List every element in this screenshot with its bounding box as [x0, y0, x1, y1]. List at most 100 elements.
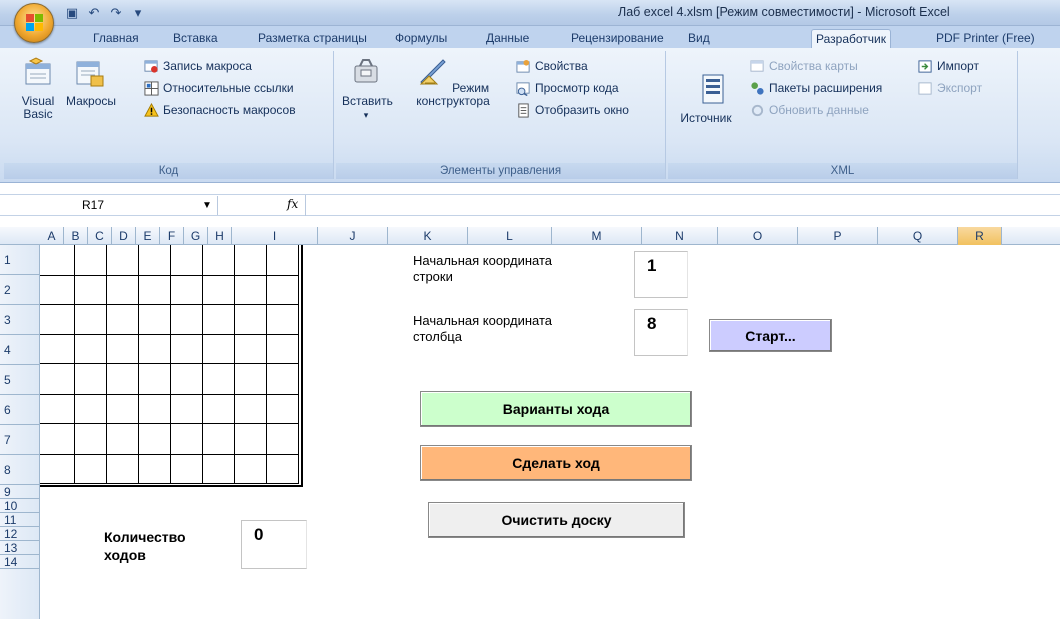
column-header-n[interactable]: N	[642, 227, 718, 245]
board-cell[interactable]	[75, 454, 107, 484]
xml-source-button[interactable]: Источник	[676, 73, 736, 125]
column-header-f[interactable]: F	[160, 227, 184, 245]
column-header-p[interactable]: P	[798, 227, 878, 245]
start-col-input[interactable]: 8	[634, 309, 688, 356]
make-move-button[interactable]: Сделать ход	[420, 445, 692, 481]
relative-references-button[interactable]: Относительные ссылки	[144, 79, 294, 97]
row-header-7[interactable]: 7	[0, 425, 40, 455]
board-cell[interactable]	[40, 275, 75, 305]
tab-developer[interactable]: Разработчик	[811, 29, 891, 48]
board-cell[interactable]	[235, 275, 267, 305]
board-cell[interactable]	[203, 304, 235, 336]
board-cell[interactable]	[75, 304, 107, 336]
move-variants-button[interactable]: Варианты хода	[420, 391, 692, 427]
board-cell[interactable]	[203, 424, 235, 455]
refresh-data-button[interactable]: Обновить данные	[750, 101, 869, 119]
column-header-a[interactable]: A	[40, 227, 64, 245]
row-header-1[interactable]: 1	[0, 245, 40, 275]
row-header-14[interactable]: 14	[0, 555, 40, 569]
board-cell[interactable]	[107, 304, 139, 336]
board-cell[interactable]	[203, 364, 235, 395]
column-header-j[interactable]: J	[318, 227, 388, 245]
row-header-4[interactable]: 4	[0, 335, 40, 365]
board-cell[interactable]	[75, 275, 107, 305]
row-header-13[interactable]: 13	[0, 541, 40, 555]
insert-control-button[interactable]: Вставить ▾	[342, 56, 393, 122]
board-cell[interactable]	[267, 454, 299, 484]
tab-pdf-printer[interactable]: PDF Printer (Free)	[932, 29, 1039, 48]
board-cell[interactable]	[40, 364, 75, 395]
board-cell[interactable]	[75, 245, 107, 276]
board-cell[interactable]	[139, 454, 171, 484]
column-header-o[interactable]: O	[718, 227, 798, 245]
board-cell[interactable]	[171, 394, 203, 424]
visual-basic-button[interactable]: Visual Basic	[18, 56, 58, 121]
board-cell[interactable]	[107, 275, 139, 305]
board-cell[interactable]	[75, 424, 107, 455]
column-header-e[interactable]: E	[136, 227, 160, 245]
board-cell[interactable]	[235, 335, 267, 365]
column-header-q[interactable]: Q	[878, 227, 958, 245]
export-button[interactable]: Экспорт	[918, 79, 982, 97]
board-cell[interactable]	[235, 364, 267, 395]
board-cell[interactable]	[267, 245, 299, 276]
board-cell[interactable]	[171, 454, 203, 484]
tab-data[interactable]: Данные	[482, 29, 533, 48]
board-cell[interactable]	[107, 424, 139, 455]
board-cell[interactable]	[107, 245, 139, 276]
column-header-d[interactable]: D	[112, 227, 136, 245]
design-mode-button[interactable]: Режим конструктора	[410, 56, 496, 108]
clear-board-button[interactable]: Очистить доску	[428, 502, 685, 538]
name-box-dropdown-icon[interactable]: ▼	[202, 197, 212, 215]
view-code-button[interactable]: Просмотр кода	[516, 79, 619, 97]
tab-home[interactable]: Главная	[89, 29, 143, 48]
board-cell[interactable]	[107, 364, 139, 395]
import-button[interactable]: Импорт	[918, 57, 979, 75]
board-cell[interactable]	[267, 335, 299, 365]
board-cell[interactable]	[203, 275, 235, 305]
column-header-c[interactable]: C	[88, 227, 112, 245]
board-cell[interactable]	[107, 394, 139, 424]
column-header-g[interactable]: G	[184, 227, 208, 245]
board-cell[interactable]	[235, 304, 267, 336]
board-cell[interactable]	[267, 304, 299, 336]
row-header-3[interactable]: 3	[0, 305, 40, 335]
name-box[interactable]: R17	[0, 196, 218, 215]
board-cell[interactable]	[203, 245, 235, 276]
office-button[interactable]	[14, 3, 54, 43]
save-icon[interactable]: ▣	[64, 5, 80, 21]
board-cell[interactable]	[235, 454, 267, 484]
board-cell[interactable]	[139, 394, 171, 424]
tab-formulas[interactable]: Формулы	[391, 29, 451, 48]
macros-button[interactable]: Макросы	[66, 56, 116, 108]
board-cell[interactable]	[40, 304, 75, 336]
board-cell[interactable]	[40, 454, 75, 484]
board-cell[interactable]	[203, 335, 235, 365]
function-icon[interactable]: fx	[287, 197, 298, 211]
board-cell[interactable]	[75, 394, 107, 424]
board-cell[interactable]	[235, 424, 267, 455]
properties-button[interactable]: Свойства	[516, 57, 588, 75]
board-cell[interactable]	[267, 275, 299, 305]
column-header-b[interactable]: B	[64, 227, 88, 245]
board-cell[interactable]	[267, 364, 299, 395]
board-cell[interactable]	[107, 335, 139, 365]
map-properties-button[interactable]: Свойства карты	[750, 57, 858, 75]
start-button[interactable]: Старт...	[709, 319, 832, 352]
row-header-5[interactable]: 5	[0, 365, 40, 395]
column-header-m[interactable]: M	[552, 227, 642, 245]
board-cell[interactable]	[235, 394, 267, 424]
board-cell[interactable]	[171, 335, 203, 365]
board-cell[interactable]	[75, 335, 107, 365]
row-header-12[interactable]: 12	[0, 527, 40, 541]
board-cell[interactable]	[107, 454, 139, 484]
column-header-h[interactable]: H	[208, 227, 232, 245]
show-window-button[interactable]: Отобразить окно	[516, 101, 629, 119]
board-cell[interactable]	[139, 275, 171, 305]
column-header-l[interactable]: L	[468, 227, 552, 245]
redo-icon[interactable]: ↷	[108, 5, 124, 21]
row-header-6[interactable]: 6	[0, 395, 40, 425]
row-header-10[interactable]: 10	[0, 499, 40, 513]
board-cell[interactable]	[75, 364, 107, 395]
expansion-packs-button[interactable]: Пакеты расширения	[750, 79, 882, 97]
